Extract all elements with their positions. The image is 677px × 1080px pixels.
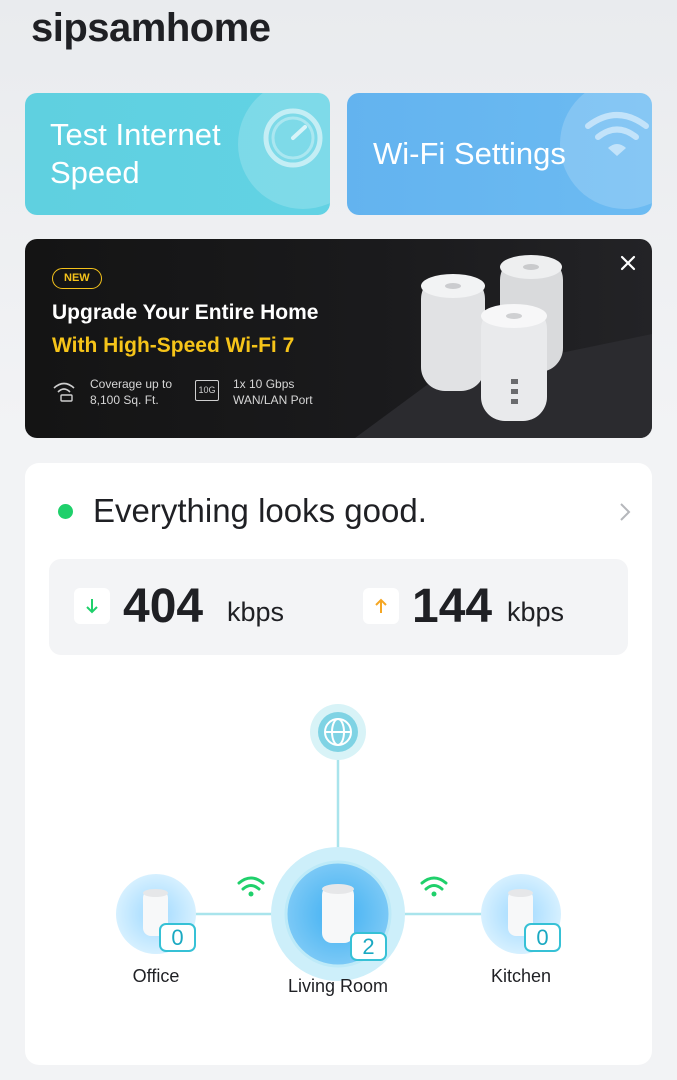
office-label: Office [132, 966, 180, 986]
test-internet-speed-label: Test Internet Speed [50, 117, 221, 190]
page-title: sipsamhome [31, 6, 271, 50]
living-room-client-count: 2 [350, 932, 387, 961]
internet-node[interactable] [310, 704, 366, 760]
port-icon: 10G [195, 380, 219, 401]
promo-headline: Upgrade Your Entire Home [52, 301, 319, 324]
wifi-icon [585, 112, 649, 156]
port-line1: 1x 10 Gbps [233, 377, 295, 391]
wifi7-promo-banner[interactable]: NEW Upgrade Your Entire Home With High-S… [25, 239, 652, 438]
living-room-label: Living Room [287, 976, 389, 996]
coverage-line1: Coverage up to [90, 377, 173, 391]
kitchen-label: Kitchen [490, 966, 552, 986]
wifi-signal-icon [237, 876, 265, 897]
coverage-icon [53, 382, 75, 402]
living-room-node[interactable] [271, 847, 405, 981]
coverage-line2: 8,100 Sq. Ft. [90, 393, 159, 407]
test-internet-speed-button[interactable]: Test Internet Speed [25, 93, 330, 215]
promo-subheadline: With High-Speed Wi-Fi 7 [52, 334, 295, 357]
network-status-card: Everything looks good. 404 kbps 144 kbps [25, 463, 652, 1065]
port-line2: WAN/LAN Port [233, 393, 313, 407]
wifi-settings-button[interactable]: Wi-Fi Settings [347, 93, 652, 215]
kitchen-client-count: 0 [524, 923, 561, 952]
office-client-count: 0 [159, 923, 196, 952]
coverage-feature: Coverage up to 8,100 Sq. Ft. [90, 376, 172, 408]
port-feature: 1x 10 Gbps WAN/LAN Port [233, 376, 313, 408]
new-badge: NEW [52, 268, 102, 289]
wifi-settings-label: Wi-Fi Settings [373, 136, 566, 171]
wifi-signal-icon [420, 876, 448, 897]
speedometer-icon [263, 108, 323, 168]
close-icon[interactable] [616, 251, 640, 275]
